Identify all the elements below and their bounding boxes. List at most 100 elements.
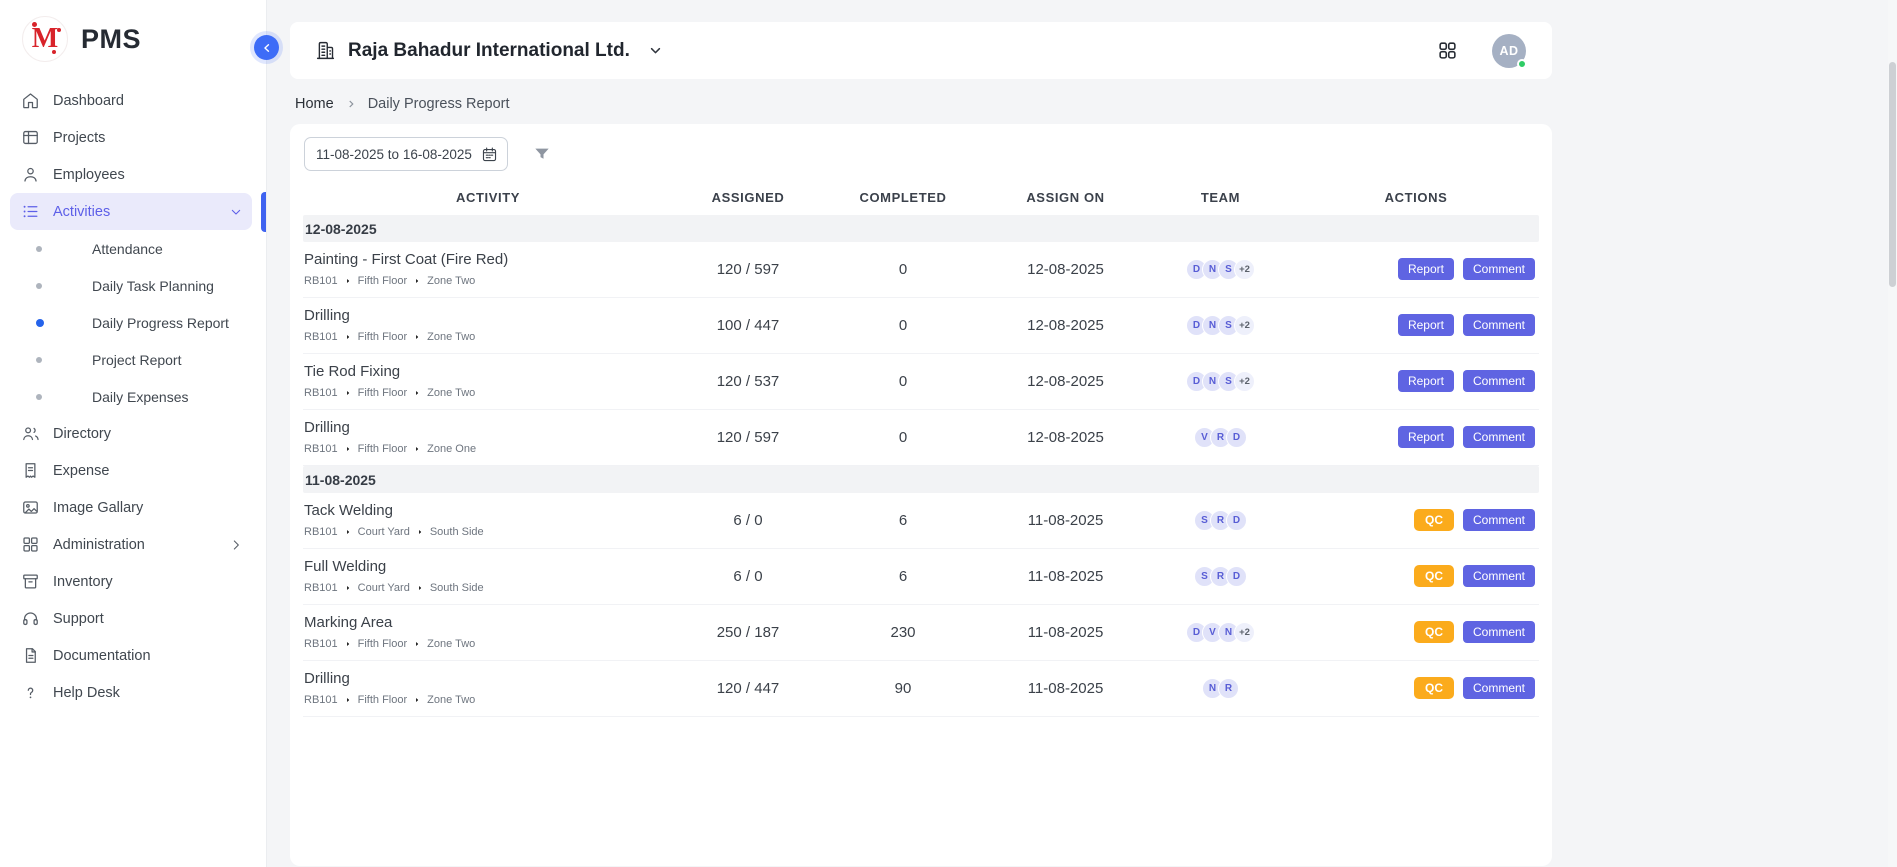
comment-button[interactable]: Comment [1463, 565, 1535, 587]
bullet-icon [36, 246, 42, 252]
column-header-assign-on: ASSIGN ON [983, 190, 1148, 205]
assigned-value: 120 / 597 [673, 429, 823, 446]
activity-row: Tie Rod FixingRB101Fifth FloorZone Two12… [303, 354, 1539, 410]
sidebar-item-help-desk[interactable]: Help Desk [10, 674, 252, 711]
chevron-right-icon [228, 537, 244, 553]
main-content: Raja Bahadur International Ltd. AD Home … [290, 22, 1552, 866]
location-segment: RB101 [304, 275, 338, 287]
comment-button[interactable]: Comment [1463, 314, 1535, 336]
chevron-right-icon [413, 696, 421, 704]
sidebar-subitem-daily-progress-report[interactable]: Daily Progress Report [0, 304, 266, 341]
activity-cell: Tack WeldingRB101Court YardSouth Side [303, 502, 673, 538]
activity-cell: DrillingRB101Fifth FloorZone One [303, 419, 673, 455]
sidebar-item-employees[interactable]: Employees [10, 156, 252, 193]
qc-button[interactable]: QC [1414, 621, 1454, 643]
location-segment: Fifth Floor [358, 638, 408, 650]
sidebar-item-dashboard[interactable]: Dashboard [10, 82, 252, 119]
location-segment: South Side [430, 582, 484, 594]
actions-cell: Report Comment [1293, 258, 1539, 280]
activity-name: Marking Area [304, 614, 673, 631]
location-segment: RB101 [304, 638, 338, 650]
column-header-completed: COMPLETED [823, 190, 983, 205]
chevron-right-icon [344, 640, 352, 648]
sidebar-item-administration[interactable]: Administration [10, 526, 252, 563]
pms-logo-icon: M [22, 16, 68, 62]
sidebar-subitem-attendance[interactable]: Attendance [0, 230, 266, 267]
assign-on-date: 11-08-2025 [983, 568, 1148, 585]
sidebar-subitem-daily-task-planning[interactable]: Daily Task Planning [0, 267, 266, 304]
comment-button[interactable]: Comment [1463, 509, 1535, 531]
assigned-value: 120 / 597 [673, 261, 823, 278]
comment-button[interactable]: Comment [1463, 426, 1535, 448]
image-icon [21, 498, 40, 517]
sidebar-item-activities[interactable]: Activities [10, 193, 252, 230]
location-segment: RB101 [304, 443, 338, 455]
sidebar-subitem-label: Daily Progress Report [92, 315, 229, 331]
qc-button[interactable]: QC [1414, 565, 1454, 587]
apps-grid-icon[interactable] [1437, 40, 1458, 61]
company-name: Raja Bahadur International Ltd. [348, 40, 630, 62]
team-avatars: SRD [1148, 510, 1293, 531]
comment-button[interactable]: Comment [1463, 370, 1535, 392]
sidebar-item-inventory[interactable]: Inventory [10, 563, 252, 600]
activity-cell: Full WeldingRB101Court YardSouth Side [303, 558, 673, 594]
team-avatars: VRD [1148, 427, 1293, 448]
page-scrollbar[interactable] [1888, 0, 1897, 867]
sidebar-item-expense[interactable]: Expense [10, 452, 252, 489]
chevron-right-icon [344, 389, 352, 397]
chevron-right-icon [344, 277, 352, 285]
chevron-right-icon [344, 333, 352, 341]
report-button[interactable]: Report [1398, 314, 1454, 336]
qc-button[interactable]: QC [1414, 509, 1454, 531]
activity-row: DrillingRB101Fifth FloorZone Two120 / 44… [303, 661, 1539, 717]
location-segment: Fifth Floor [358, 443, 408, 455]
breadcrumb-home[interactable]: Home [295, 96, 334, 112]
column-header-actions: ACTIONS [1293, 190, 1539, 205]
company-selector[interactable]: Raja Bahadur International Ltd. [315, 40, 664, 62]
team-overflow-badge: +2 [1234, 371, 1255, 392]
sidebar-item-directory[interactable]: Directory [10, 415, 252, 452]
sidebar-item-support[interactable]: Support [10, 600, 252, 637]
sidebar-item-label: Expense [53, 463, 109, 479]
report-button[interactable]: Report [1398, 258, 1454, 280]
activity-name: Drilling [304, 670, 673, 687]
user-avatar[interactable]: AD [1492, 34, 1526, 68]
app-logo-row: M PMS [0, 0, 266, 74]
sidebar-item-label: Employees [53, 167, 125, 183]
actions-cell: QC Comment [1293, 621, 1539, 643]
location-segment: Zone Two [427, 638, 475, 650]
report-button[interactable]: Report [1398, 370, 1454, 392]
date-range-value: 11-08-2025 to 16-08-2025 [316, 147, 472, 162]
activity-location-path: RB101Fifth FloorZone Two [304, 694, 673, 706]
qc-button[interactable]: QC [1414, 677, 1454, 699]
filter-funnel-icon[interactable] [532, 144, 552, 164]
date-group-header: 11-08-2025 [303, 466, 1539, 493]
sidebar-item-image-gallary[interactable]: Image Gallary [10, 489, 252, 526]
sidebar-subitem-daily-expenses[interactable]: Daily Expenses [0, 378, 266, 415]
sidebar-subitem-label: Project Report [92, 352, 181, 368]
comment-button[interactable]: Comment [1463, 258, 1535, 280]
comment-button[interactable]: Comment [1463, 677, 1535, 699]
sidebar-collapse-button[interactable] [254, 35, 279, 60]
date-group-header: 12-08-2025 [303, 215, 1539, 242]
sidebar-item-projects[interactable]: Projects [10, 119, 252, 156]
activity-row: Tack WeldingRB101Court YardSouth Side6 /… [303, 493, 1539, 549]
scrollbar-thumb[interactable] [1889, 62, 1896, 287]
location-segment: Zone Two [427, 331, 475, 343]
activity-location-path: RB101Court YardSouth Side [304, 582, 673, 594]
topbar-right: AD [1437, 34, 1526, 68]
bullet-icon [36, 283, 42, 289]
box-icon [21, 572, 40, 591]
location-segment: Fifth Floor [358, 331, 408, 343]
team-avatar: D [1226, 427, 1247, 448]
chevron-right-icon [344, 445, 352, 453]
sidebar-subitem-project-report[interactable]: Project Report [0, 341, 266, 378]
chevron-right-icon [416, 528, 424, 536]
activity-row: Painting - First Coat (Fire Red)RB101Fif… [303, 242, 1539, 298]
date-range-input[interactable]: 11-08-2025 to 16-08-2025 [304, 137, 508, 171]
activity-name: Drilling [304, 307, 673, 324]
comment-button[interactable]: Comment [1463, 621, 1535, 643]
sidebar-item-documentation[interactable]: Documentation [10, 637, 252, 674]
report-button[interactable]: Report [1398, 426, 1454, 448]
team-avatar: D [1226, 566, 1247, 587]
